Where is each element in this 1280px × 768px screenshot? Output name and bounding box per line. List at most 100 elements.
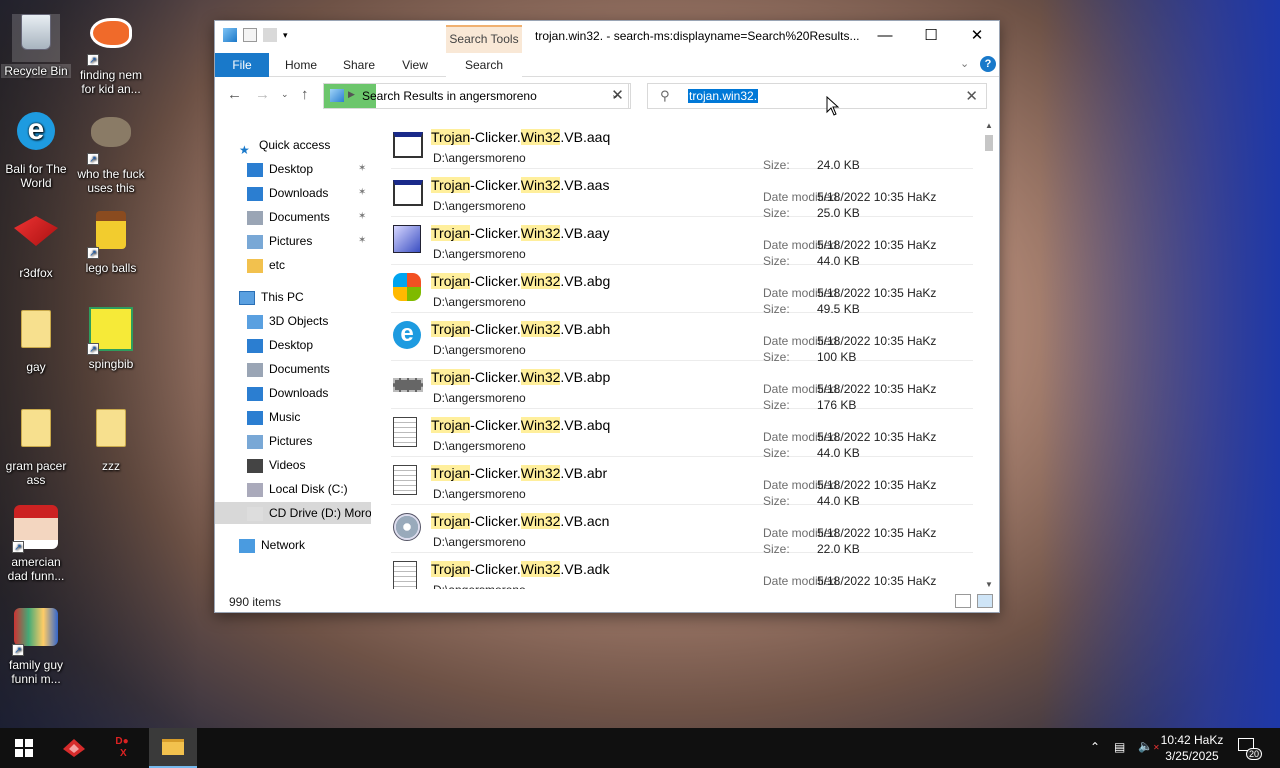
desktop-icon <box>247 338 263 353</box>
nav-item-pictures[interactable]: Pictures <box>215 230 371 252</box>
computer-user-icon <box>393 225 425 257</box>
stop-search-icon[interactable]: ✕ <box>605 83 631 109</box>
desktop-icon-zzz[interactable]: zzz <box>76 404 146 473</box>
nav-item-local-disk-c[interactable]: Local Disk (C:) <box>215 478 371 500</box>
taskbar-dosbox[interactable]: D● X <box>98 728 146 768</box>
desktop-icon-label: r3dfox <box>19 266 53 280</box>
taskbar-r3dfox[interactable] <box>50 728 98 768</box>
file-row[interactable]: e Trojan-Clicker.Win32.VB.abh D:\angersmor… <box>391 313 973 364</box>
minimize-button[interactable]: — <box>862 21 908 51</box>
desktop-icon-spingbib[interactable]: ↗ spingbib <box>76 305 146 371</box>
file-row[interactable]: Trojan-Clicker.Win32.VB.aas D:\angersmore… <box>391 169 973 220</box>
desktop-icon-who-the-fuck-uses-this[interactable]: ↗ who the fuck uses this <box>76 107 146 195</box>
file-row[interactable]: Trojan-Clicker.Win32.VB.aay D:\angersmore… <box>391 217 973 268</box>
name-match-highlight: Trojan <box>431 321 471 337</box>
start-button[interactable] <box>0 728 48 768</box>
window-app-icon <box>393 177 425 209</box>
close-button[interactable]: ✕ <box>954 21 1000 51</box>
search-input[interactable]: trojan.win32. <box>688 89 759 103</box>
etc-icon <box>247 258 263 273</box>
search-box[interactable]: ⚲ trojan.win32. ✕ <box>647 83 987 109</box>
nav-network[interactable]: Network <box>239 534 395 556</box>
desktop-icon-gay[interactable]: gay <box>1 305 71 374</box>
nav-item-videos[interactable]: Videos <box>215 454 371 476</box>
scroll-thumb[interactable] <box>985 135 993 151</box>
nav-item-3d-objects[interactable]: 3D Objects <box>215 310 371 332</box>
nav-item-pictures[interactable]: Pictures <box>215 430 371 452</box>
name-part: -Clicker. <box>470 321 521 337</box>
name-part: -Clicker. <box>470 273 521 289</box>
desktop-icon-lego-balls[interactable]: ↗ lego balls <box>76 206 146 275</box>
tab-view[interactable]: View <box>393 53 437 77</box>
name-part: .VB.abg <box>560 273 611 289</box>
file-row[interactable]: Trojan-Clicker.Win32.VB.abg D:\angersmore… <box>391 265 973 316</box>
nav-item-documents[interactable]: Documents <box>215 206 371 228</box>
file-row[interactable]: Trojan-Clicker.Win32.VB.aaq D:\angersmore… <box>391 121 973 172</box>
desktop-icon-bali-for-the-world[interactable]: e Bali for The World <box>1 107 71 190</box>
nav-item-downloads[interactable]: Downloads <box>215 382 371 404</box>
address-bar[interactable]: ▶ Search Results in angersmoreno ⌄ <box>323 83 629 109</box>
title-bar[interactable]: ▾ Search Tools trojan.win32. - search-ms… <box>215 21 999 53</box>
nav-item-downloads[interactable]: Downloads <box>215 182 371 204</box>
tab-search[interactable]: Search <box>446 53 522 77</box>
file-row[interactable]: Trojan-Clicker.Win32.VB.acn D:\angersmore… <box>391 505 973 556</box>
nav-item-etc[interactable]: etc <box>215 254 371 276</box>
pin-icon: ✶ <box>358 187 367 198</box>
nav-this-pc[interactable]: This PC <box>239 286 395 308</box>
nav-item-music[interactable]: Music <box>215 406 371 428</box>
taskbar-file-explorer[interactable] <box>149 728 197 768</box>
scroll-down-icon[interactable]: ▼ <box>985 580 993 589</box>
clock[interactable]: 10:42 HaKz 3/25/2025 <box>1160 732 1224 764</box>
file-row[interactable]: Trojan-Clicker.Win32.VB.abp D:\angersmore… <box>391 361 973 412</box>
file-row[interactable]: Trojan-Clicker.Win32.VB.abr D:\angersmore… <box>391 457 973 508</box>
name-part: -Clicker. <box>470 561 521 577</box>
help-icon[interactable]: ? <box>980 56 996 72</box>
shortcut-arrow-icon: ↗ <box>87 54 99 66</box>
nav-item-documents[interactable]: Documents <box>215 358 371 380</box>
file-row[interactable]: Trojan-Clicker.Win32.VB.adk D:\angersmore… <box>391 553 973 589</box>
nav-item-desktop[interactable]: Desktop <box>215 334 371 356</box>
vertical-scrollbar[interactable]: ▲ ▼ <box>983 121 995 589</box>
show-hidden-icons-icon[interactable]: ⌃ <box>1090 740 1100 768</box>
nav-label: Pictures <box>269 434 313 448</box>
recent-locations-icon[interactable]: ⌄ <box>281 89 289 100</box>
large-icons-view-icon[interactable] <box>977 594 993 608</box>
desktop-icon-finding-nem-for-kid-an[interactable]: ↗ finding nem for kid an... <box>76 8 146 96</box>
name-part: .VB.abp <box>560 369 611 385</box>
wallpaper-blue <box>1040 0 1280 728</box>
desktop-icon-recycle-bin[interactable]: Recycle Bin <box>1 8 71 78</box>
network-status-icon[interactable]: ▤ <box>1114 740 1125 768</box>
action-center-button[interactable]: 20 <box>1238 738 1263 768</box>
name-part: -Clicker. <box>470 369 521 385</box>
desktop-icon-r3dfox[interactable]: r3dfox <box>1 206 71 280</box>
up-arrow-icon[interactable]: ↑ <box>301 86 309 103</box>
scroll-up-icon[interactable]: ▲ <box>985 121 993 130</box>
properties-icon[interactable] <box>243 28 257 42</box>
maximize-button[interactable]: ☐ <box>908 21 954 51</box>
folder-icon <box>87 409 135 457</box>
search-results-list: Trojan-Clicker.Win32.VB.aaq D:\angersmore… <box>391 121 981 589</box>
date-value: 5/18/2022 10:35 HaKz <box>817 190 937 204</box>
name-match-highlight: Win32 <box>520 273 561 289</box>
back-arrow-icon[interactable]: ← <box>227 86 242 103</box>
volume-muted-icon[interactable]: 🔈✕ <box>1138 739 1160 768</box>
desktop-icon-label: Recycle Bin <box>1 64 71 78</box>
file-row[interactable]: Trojan-Clicker.Win32.VB.abq D:\angersmore… <box>391 409 973 460</box>
new-folder-icon[interactable] <box>263 28 277 42</box>
nav-item-desktop[interactable]: Desktop <box>215 158 371 180</box>
nav-item-cd-drive-d-moror[interactable]: CD Drive (D:) Moror <box>215 502 371 524</box>
desktop-icon-gram-pacer-ass[interactable]: gram pacer ass <box>1 404 71 487</box>
tab-share[interactable]: Share <box>337 53 381 77</box>
tab-home[interactable]: Home <box>279 53 323 77</box>
nav-label: CD Drive (D:) Moror <box>269 506 371 520</box>
desktop-icon-family-guy-funni-m[interactable]: ↗ family guy funni m... <box>1 602 71 686</box>
tab-file[interactable]: File <box>215 53 269 77</box>
forward-arrow-icon[interactable]: → <box>255 86 270 103</box>
desktop-icon-amercian-dad-funn[interactable]: ↗ amercian dad funn... <box>1 503 71 583</box>
clock-time: 10:42 HaKz <box>1160 733 1224 747</box>
clear-search-icon[interactable]: ✕ <box>965 87 978 105</box>
customize-dropdown-icon[interactable]: ▾ <box>283 28 297 42</box>
ribbon-expand-icon[interactable]: ⌄ <box>960 57 969 70</box>
nav-quick-access[interactable]: ★ Quick access <box>239 134 395 156</box>
details-view-icon[interactable] <box>955 594 971 608</box>
